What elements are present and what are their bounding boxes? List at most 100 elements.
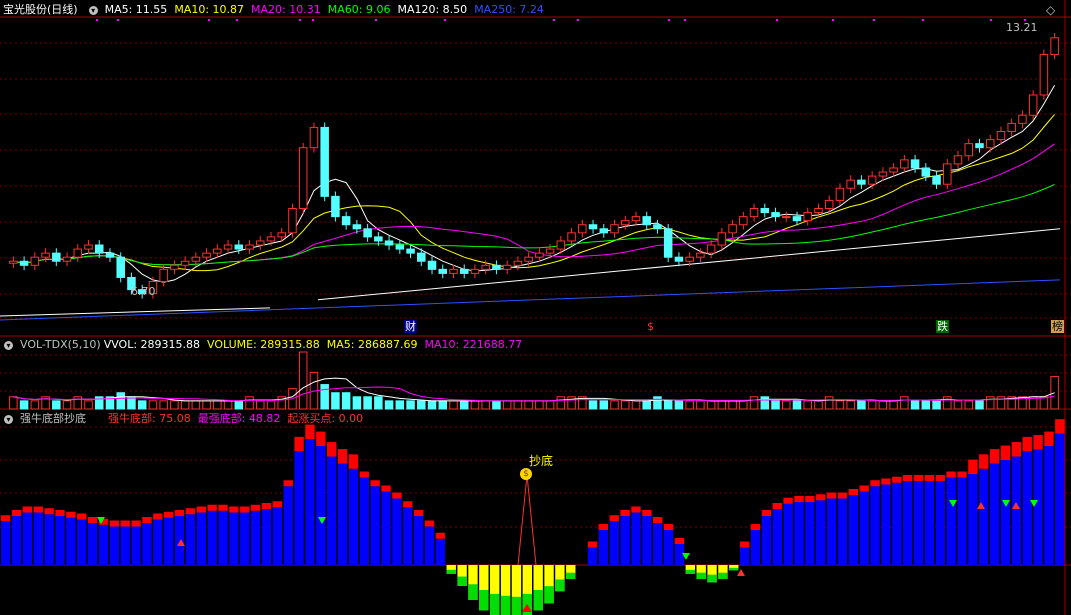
signal-dot xyxy=(553,19,555,21)
candle-body xyxy=(556,240,566,250)
vol-ma5-label: MA5: 286887.69 xyxy=(326,338,418,351)
candle-body xyxy=(1028,94,1038,116)
signal-dot xyxy=(776,19,778,21)
indicator-bar-red xyxy=(739,541,750,548)
indicator-chart[interactable] xyxy=(1,419,1065,615)
indicator-bar-blue xyxy=(663,530,674,565)
indicator-bar-red xyxy=(826,492,837,499)
volume-bar xyxy=(964,400,974,410)
finance-marker[interactable]: 财 xyxy=(404,320,417,333)
chart-canvas[interactable] xyxy=(0,0,1071,615)
indicator-bar-blue xyxy=(229,512,239,565)
candle-body xyxy=(320,126,329,197)
bottom-signal-label: 抄底 xyxy=(529,454,554,468)
indicator-bar-blue xyxy=(370,486,380,565)
ma10-line xyxy=(13,114,1055,272)
collapse-circle-icon[interactable]: ▾ xyxy=(4,414,13,424)
indicator-bar-blue xyxy=(55,516,65,565)
indicator-bar-blue xyxy=(848,495,859,565)
volume-bar xyxy=(867,400,877,410)
indicator-bar-red xyxy=(979,454,989,469)
signal-dot xyxy=(990,19,992,21)
candle-body xyxy=(653,224,662,230)
signal-dot xyxy=(117,19,119,21)
indicator-bar-red xyxy=(837,492,848,499)
rank-marker[interactable]: 榜 xyxy=(1051,320,1064,333)
indicator-bar-red xyxy=(587,541,598,548)
candle-body xyxy=(642,216,651,226)
indicator-bar-red xyxy=(109,520,120,527)
indicator-bar-blue xyxy=(316,446,326,565)
indicator-bar-red xyxy=(316,431,326,446)
indicator-bar-blue xyxy=(598,530,609,565)
indicator-bar-red xyxy=(403,501,413,508)
volume-bar xyxy=(985,396,995,410)
candle-body xyxy=(223,244,233,250)
indicator-bar-blue xyxy=(816,500,826,565)
volume-title: VOL-TDX(5,10) xyxy=(20,338,101,351)
candle-body xyxy=(502,264,512,270)
volume-chart[interactable] xyxy=(9,351,1059,410)
indicator-bar-green xyxy=(446,569,456,574)
volume-bar xyxy=(84,400,93,410)
candle-body xyxy=(857,179,866,185)
candle-body xyxy=(867,175,877,185)
indicator-bar-red xyxy=(946,471,956,478)
indicator-bar-blue xyxy=(739,547,750,565)
indicator-bar-green xyxy=(490,593,500,615)
candle-body xyxy=(331,195,340,218)
diamond-icon[interactable]: ◇ xyxy=(1046,4,1055,17)
indicator-bar-blue xyxy=(272,507,283,565)
volume-bar xyxy=(459,400,469,410)
indicator-bar-blue xyxy=(794,502,804,565)
volume-bar xyxy=(846,400,855,410)
price-chart[interactable] xyxy=(0,19,1061,321)
indicator-bar-red xyxy=(44,508,54,515)
candle-body xyxy=(62,256,72,262)
indicator-bar-red xyxy=(77,513,87,520)
volume-bar xyxy=(406,400,415,410)
indicator-bar-red xyxy=(609,515,619,522)
volume-bar xyxy=(427,400,437,410)
collapse-circle-icon[interactable]: ▾ xyxy=(88,5,98,15)
drop-marker[interactable]: 跌 xyxy=(936,320,949,333)
candle-body xyxy=(105,252,115,258)
candle-body xyxy=(567,232,576,242)
candle-body xyxy=(116,256,125,278)
indicator-bar-red xyxy=(185,508,196,515)
indicator-bar-blue xyxy=(359,477,369,565)
indicator-bar-red xyxy=(805,496,815,502)
low-price-label: 6.70 xyxy=(131,285,156,298)
volume-bar xyxy=(900,396,909,410)
indicator-bar-blue xyxy=(392,498,402,565)
volume-bar xyxy=(685,400,694,410)
indicator-bar-red xyxy=(153,513,163,520)
indicator-bar-red xyxy=(337,449,348,464)
strongest-bottom-label: 最强底部: 48.82 xyxy=(197,412,281,425)
collapse-circle-icon[interactable]: ▾ xyxy=(4,340,13,350)
signal-dot xyxy=(208,19,210,21)
indicator-bar-red xyxy=(196,506,206,513)
volume-bar xyxy=(610,400,619,410)
stock-title[interactable]: 宝光股份(日线) xyxy=(3,3,78,16)
indicator-bar-red xyxy=(283,480,293,487)
indicator-bar-blue xyxy=(77,519,87,565)
indicator-bar-green xyxy=(707,574,717,583)
candle-body xyxy=(513,260,523,266)
indicator-bar-blue xyxy=(337,463,348,565)
indicator-bar-blue xyxy=(924,481,935,565)
indicator-bar-red xyxy=(924,475,935,481)
candle-body xyxy=(588,224,598,230)
dollar-marker[interactable]: $ xyxy=(647,320,654,333)
volume-bar xyxy=(889,400,898,410)
candle-body xyxy=(406,248,415,254)
indicator-bar-blue xyxy=(805,502,815,565)
volume-bar xyxy=(921,400,931,410)
candle-body xyxy=(964,143,974,157)
indicator-bar-red xyxy=(294,436,304,452)
indicator-bar-red xyxy=(902,475,913,481)
volume-bar xyxy=(148,400,158,410)
indicator-bar-red xyxy=(1,515,11,522)
candle-body xyxy=(953,155,963,165)
volume-bar xyxy=(331,392,340,410)
